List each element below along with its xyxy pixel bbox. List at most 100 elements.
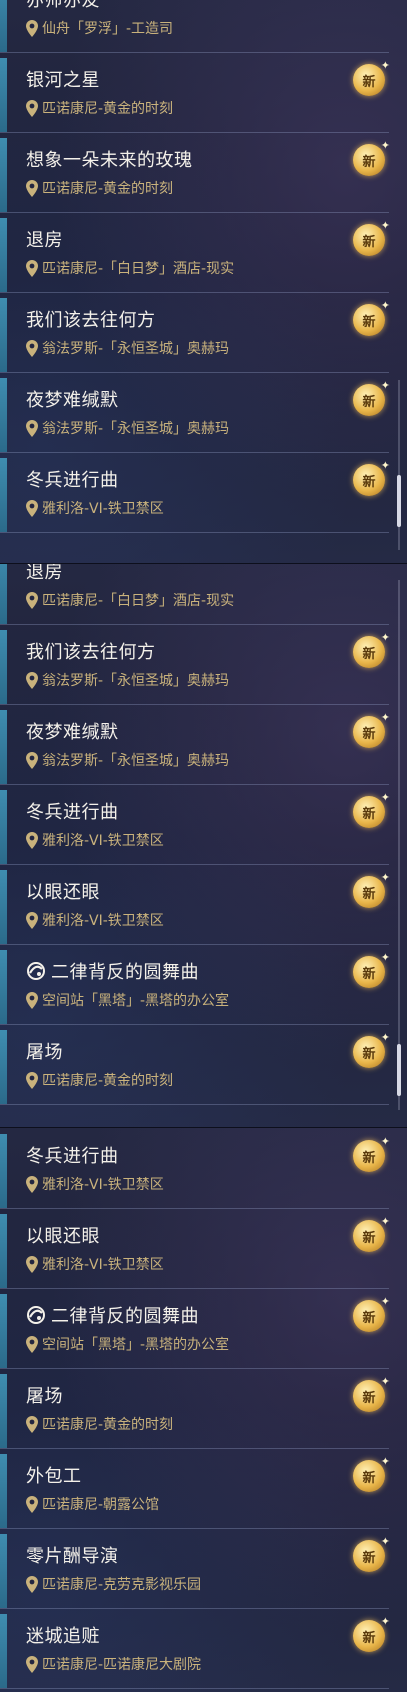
new-badge-label: 新 [362,1470,376,1486]
new-badge-icon: 新 ✦ [353,711,390,748]
quest-title: 夜梦难缄默 [26,722,119,743]
item-accent-bar [0,1374,7,1448]
quest-title: 冬兵进行曲 [26,470,119,491]
item-accent-bar [0,950,7,1024]
scrollbar-thumb[interactable] [397,475,401,527]
quest-item[interactable]: 夜梦难缄默 翁法罗斯-「永恒圣城」奥赫玛 新 ✦ [0,710,390,785]
new-badge-label: 新 [362,394,376,410]
location-pin-icon [26,591,38,609]
new-badge-icon: 新 ✦ [353,1215,390,1252]
quest-location-text: 翁法罗斯-「永恒圣城」奥赫玛 [42,673,230,689]
quest-location: 匹诺康尼-克劳克影视乐园 [26,1574,201,1594]
location-pin-icon [26,911,38,929]
quest-location: 匹诺康尼-「白日梦」酒店-现实 [26,258,234,278]
sparkle-icon: ✦ [380,459,390,472]
quest-location: 雅利洛-VI-铁卫禁区 [26,498,164,518]
quest-item[interactable]: 迷城追赃 匹诺康尼-匹诺康尼大剧院 新 ✦ [0,1614,390,1689]
location-pin-icon [26,499,38,517]
new-badge-icon: 新 ✦ [353,1455,390,1492]
quest-title: 冬兵进行曲 [26,1146,119,1167]
scrollbar-thumb[interactable] [397,1044,401,1096]
sparkle-icon: ✦ [380,59,390,72]
quest-item[interactable]: 退房 匹诺康尼-「白日梦」酒店-现实 [0,564,389,625]
quest-title-text: 二律背反的圆舞曲 [51,962,199,983]
quest-item[interactable]: 冬兵进行曲 雅利洛-VI-铁卫禁区 新 ✦ [0,1134,390,1209]
quest-location: 雅利洛-VI-铁卫禁区 [26,1254,164,1274]
item-accent-bar [0,1294,7,1368]
quest-item[interactable]: 退房 匹诺康尼-「白日梦」酒店-现实 新 ✦ [0,218,390,293]
quest-title: 退房 [26,230,63,251]
quest-item[interactable]: 屠场 匹诺康尼-黄金的时刻 新 ✦ [0,1374,390,1449]
quest-item[interactable]: 亦师亦友 仙舟「罗浮」-工造司 [0,0,389,53]
item-accent-bar [0,1134,7,1208]
quest-location-text: 雅利洛-VI-铁卫禁区 [42,1257,164,1273]
quest-location: 匹诺康尼-黄金的时刻 [26,1070,173,1090]
quest-location-text: 雅利洛-VI-铁卫禁区 [42,1177,164,1193]
new-badge-label: 新 [362,314,376,330]
location-pin-icon [26,259,38,277]
quest-location-text: 匹诺康尼-黄金的时刻 [42,181,174,197]
new-badge-label: 新 [362,806,376,822]
new-badge-label: 新 [362,1230,376,1246]
location-pin-icon [26,1175,38,1193]
quest-item[interactable]: 冬兵进行曲 雅利洛-VI-铁卫禁区 新 ✦ [0,790,390,865]
item-accent-bar [0,218,7,292]
quest-item[interactable]: 想象一朵未来的玫瑰 匹诺康尼-黄金的时刻 新 ✦ [0,138,390,213]
location-pin-icon [26,339,38,357]
item-accent-bar [0,564,7,624]
quest-item[interactable]: 二律背反的圆舞曲 空间站「黑塔」-黑塔的办公室 新 ✦ [0,1294,390,1369]
quest-item[interactable]: 屠场 匹诺康尼-黄金的时刻 新 ✦ [0,1030,390,1105]
quest-location-text: 匹诺康尼-「白日梦」酒店-现实 [42,593,235,609]
quest-item[interactable]: 银河之星 匹诺康尼-黄金的时刻 新 ✦ [0,58,390,133]
sparkle-icon: ✦ [380,1135,390,1148]
item-accent-bar [0,1614,7,1688]
quest-title-text: 二律背反的圆舞曲 [51,1306,199,1327]
sparkle-icon: ✦ [380,139,390,152]
quest-title: 亦师亦友 [26,0,100,11]
new-badge-icon: 新 ✦ [353,59,390,96]
item-accent-bar [0,870,7,944]
new-badge-icon: 新 ✦ [353,631,390,668]
new-badge-label: 新 [362,1550,376,1566]
quest-location-text: 翁法罗斯-「永恒圣城」奥赫玛 [42,421,230,437]
sparkle-icon: ✦ [380,1031,390,1044]
quest-title: 屠场 [26,1042,63,1063]
new-badge-label: 新 [362,1150,376,1166]
quest-list-panel-1: 亦师亦友 仙舟「罗浮」-工造司 银河之星 匹诺康尼-黄金的时刻 新 ✦ 想象一朵未… [0,0,407,564]
item-accent-bar [0,1214,7,1288]
sparkle-icon: ✦ [380,871,390,884]
new-badge-label: 新 [362,474,376,490]
location-pin-icon [26,1255,38,1273]
new-badge-icon: 新 ✦ [353,139,390,176]
quest-title: 二律背反的圆舞曲 [26,1302,199,1328]
quest-location: 匹诺康尼-「白日梦」酒店-现实 [26,590,234,610]
new-badge-icon: 新 ✦ [353,379,390,416]
location-pin-icon [26,831,38,849]
quest-item[interactable]: 外包工 匹诺康尼-朝露公馆 新 ✦ [0,1454,390,1529]
item-accent-bar [0,298,7,372]
new-badge-icon: 新 ✦ [353,1375,390,1412]
quest-location: 雅利洛-VI-铁卫禁区 [26,910,164,930]
new-badge-icon: 新 ✦ [353,1535,390,1572]
new-badge-icon: 新 ✦ [353,1135,390,1172]
quest-item[interactable]: 我们该去往何方 翁法罗斯-「永恒圣城」奥赫玛 新 ✦ [0,298,390,373]
location-pin-icon [26,19,38,37]
quest-location: 匹诺康尼-匹诺康尼大剧院 [26,1654,201,1674]
quest-item[interactable]: 我们该去往何方 翁法罗斯-「永恒圣城」奥赫玛 新 ✦ [0,630,390,705]
quest-item[interactable]: 以眼还眼 雅利洛-VI-铁卫禁区 新 ✦ [0,1214,390,1289]
quest-item[interactable]: 二律背反的圆舞曲 空间站「黑塔」-黑塔的办公室 新 ✦ [0,950,390,1025]
new-badge-label: 新 [362,966,376,982]
quest-title: 退房 [26,564,63,583]
quest-item[interactable]: 夜梦难缄默 翁法罗斯-「永恒圣城」奥赫玛 新 ✦ [0,378,390,453]
item-accent-bar [0,378,7,452]
quest-title: 零片酬导演 [26,1546,119,1567]
quest-item[interactable]: 零片酬导演 匹诺康尼-克劳克影视乐园 新 ✦ [0,1534,390,1609]
scrollbar-track[interactable] [398,580,400,1110]
quest-item[interactable]: 以眼还眼 雅利洛-VI-铁卫禁区 新 ✦ [0,870,390,945]
new-badge-label: 新 [362,154,376,170]
sparkle-icon: ✦ [380,791,390,804]
quest-item[interactable]: 冬兵进行曲 雅利洛-VI-铁卫禁区 新 ✦ [0,458,390,533]
quest-title: 迷城追赃 [26,1626,100,1647]
quest-title: 以眼还眼 [26,1226,100,1247]
new-badge-label: 新 [362,726,376,742]
